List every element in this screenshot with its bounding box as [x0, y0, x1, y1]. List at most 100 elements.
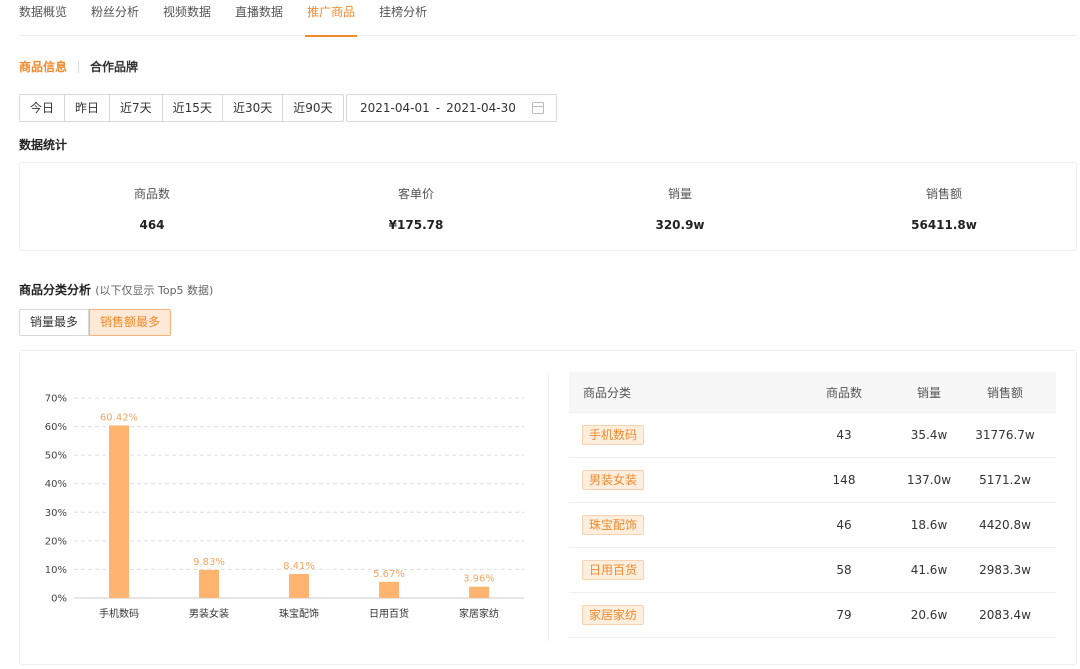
- stats-title: 数据统计: [19, 138, 68, 152]
- category-analysis-title: 商品分类分析 (以下仅显示 Top5 数据): [19, 281, 213, 298]
- cell-revenue: 4420.8w: [979, 518, 1031, 532]
- tab-data-overview[interactable]: 数据概览: [19, 0, 67, 36]
- category-tag[interactable]: 手机数码: [582, 425, 645, 445]
- subnav-product-info[interactable]: 商品信息: [19, 58, 67, 75]
- table-row: 家居家纺 79 20.6w 2083.4w: [569, 593, 1056, 638]
- table-row: 珠宝配饰 46 18.6w 4420.8w: [569, 503, 1056, 548]
- header-count: 商品数: [825, 385, 862, 400]
- cell-revenue: 2083.4w: [979, 608, 1031, 622]
- stat-label: 客单价: [397, 187, 434, 201]
- bar-value-label: 3.96%: [463, 574, 495, 585]
- stat-label: 销售额: [925, 187, 962, 201]
- x-tick-label: 日用百货: [369, 607, 409, 620]
- stat-value: 56411.8w: [911, 218, 977, 232]
- subnav-partner-brands[interactable]: 合作品牌: [90, 58, 138, 75]
- cell-sales: 41.6w: [910, 563, 948, 577]
- range-7-days-button[interactable]: 近7天: [110, 95, 163, 121]
- bar: [469, 586, 489, 598]
- y-tick-label: 70%: [45, 394, 67, 405]
- category-tag[interactable]: 珠宝配饰: [582, 515, 645, 535]
- stats-panel: 商品数 464 客单价 ¥175.78 销量 320.9w 销售额 56411.…: [19, 162, 1077, 251]
- bar-value-label: 9.83%: [193, 557, 225, 568]
- y-tick-label: 20%: [45, 536, 67, 547]
- stat-label: 商品数: [133, 187, 170, 201]
- cell-count: 148: [832, 473, 856, 487]
- cell-sales: 137.0w: [906, 473, 952, 487]
- range-today-button[interactable]: 今日: [20, 95, 66, 121]
- top5-note: (以下仅显示 Top5 数据): [95, 284, 214, 297]
- category-analysis-panel: 0% 10% 20% 30% 40% 50% 60% 70% 60.42% 手机数码 9.83% 男装…: [19, 350, 1077, 665]
- tab-ranking-analysis[interactable]: 挂榜分析: [379, 0, 427, 36]
- cell-count: 58: [836, 563, 852, 577]
- category-bar-chart: 0% 10% 20% 30% 40% 50% 60% 70% 60.42% 手机数码 9.83% 男装…: [45, 394, 524, 620]
- y-tick-label: 40%: [45, 479, 67, 490]
- stat-value: 320.9w: [655, 218, 705, 232]
- cell-revenue: 31776.7w: [975, 428, 1035, 442]
- bar: [109, 425, 129, 598]
- header-sales: 销量: [916, 385, 941, 400]
- range-90-days-button[interactable]: 近90天: [283, 95, 342, 121]
- cell-count: 46: [836, 518, 852, 532]
- cell-sales: 20.6w: [910, 608, 948, 622]
- main-tabs: 数据概览 粉丝分析 视频数据 直播数据 推广商品 挂榜分析: [19, 0, 1077, 37]
- table-row: 手机数码 43 35.4w 31776.7w: [569, 413, 1056, 458]
- category-tag[interactable]: 家居家纺: [582, 605, 645, 625]
- bar: [289, 573, 309, 598]
- bar-value-label: 8.41%: [283, 561, 315, 572]
- range-15-days-button[interactable]: 近15天: [163, 95, 223, 121]
- cell-count: 79: [836, 608, 852, 622]
- cell-sales: 18.6w: [910, 518, 948, 532]
- y-tick-label: 0%: [51, 594, 67, 605]
- stat-avg-order-price: 客单价 ¥175.78: [284, 163, 548, 250]
- bar-value-label: 5.67%: [373, 569, 405, 580]
- category-tag[interactable]: 男装女装: [582, 470, 645, 490]
- panel-divider: [548, 373, 549, 641]
- x-tick-label: 珠宝配饰: [279, 607, 319, 620]
- header-category: 商品分类: [583, 385, 632, 400]
- cell-count: 43: [836, 428, 852, 442]
- range-yesterday-button[interactable]: 昨日: [65, 95, 111, 121]
- table-row: 男装女装 148 137.0w 5171.2w: [569, 458, 1056, 503]
- most-revenue-button[interactable]: 销售额最多: [89, 309, 172, 336]
- table-row: 日用百货 58 41.6w 2983.3w: [569, 548, 1056, 593]
- y-tick-label: 50%: [45, 451, 67, 462]
- stat-revenue: 销售额 56411.8w: [812, 163, 1076, 250]
- stat-sales-volume: 销量 320.9w: [548, 163, 812, 250]
- table-header: 商品分类 商品数 销量 销售额: [569, 372, 1056, 413]
- x-tick-label: 家居家纺: [459, 607, 499, 620]
- sort-toggle: 销量最多 销售额最多: [19, 309, 172, 336]
- x-tick-label: 手机数码: [99, 607, 139, 620]
- stat-product-count: 商品数 464: [20, 163, 284, 250]
- tab-promoted-products[interactable]: 推广商品: [305, 0, 358, 37]
- stat-value: ¥175.78: [388, 218, 444, 232]
- quick-range-group: 今日 昨日 近7天 近15天 近30天 近90天: [19, 94, 344, 122]
- y-tick-label: 10%: [45, 565, 67, 576]
- stat-label: 销量: [667, 187, 692, 201]
- bar-value-label: 60.42%: [100, 412, 138, 423]
- header-revenue: 销售额: [986, 385, 1023, 400]
- range-30-days-button[interactable]: 近30天: [223, 95, 284, 121]
- y-tick-label: 30%: [45, 508, 67, 519]
- x-tick-label: 男装女装: [189, 607, 229, 620]
- cell-revenue: 5171.2w: [979, 473, 1031, 487]
- tab-fans-analysis[interactable]: 粉丝分析: [91, 0, 139, 36]
- subnav-divider: [78, 60, 80, 73]
- sub-nav: 商品信息 合作品牌: [19, 58, 138, 75]
- calendar-icon[interactable]: [532, 102, 544, 114]
- category-analysis-heading: 商品分类分析: [19, 283, 92, 297]
- category-tag[interactable]: 日用百货: [582, 560, 645, 580]
- cell-sales: 35.4w: [910, 428, 948, 442]
- bar: [199, 569, 219, 598]
- stat-value: 464: [139, 218, 165, 232]
- tab-live-data[interactable]: 直播数据: [235, 0, 283, 36]
- category-table: 商品分类 商品数 销量 销售额 手机数码 43 35.4w 31776.7w 男…: [569, 372, 1056, 638]
- tab-video-data[interactable]: 视频数据: [163, 0, 211, 36]
- most-sales-button[interactable]: 销量最多: [19, 309, 90, 336]
- cell-revenue: 2983.3w: [979, 563, 1031, 577]
- bar: [379, 581, 399, 598]
- date-separator: -: [435, 101, 441, 115]
- y-tick-label: 60%: [45, 422, 67, 433]
- date-range-picker[interactable]: 2021-04-01 - 2021-04-30: [346, 94, 557, 122]
- date-start[interactable]: 2021-04-01: [360, 101, 430, 115]
- date-end[interactable]: 2021-04-30: [446, 101, 516, 115]
